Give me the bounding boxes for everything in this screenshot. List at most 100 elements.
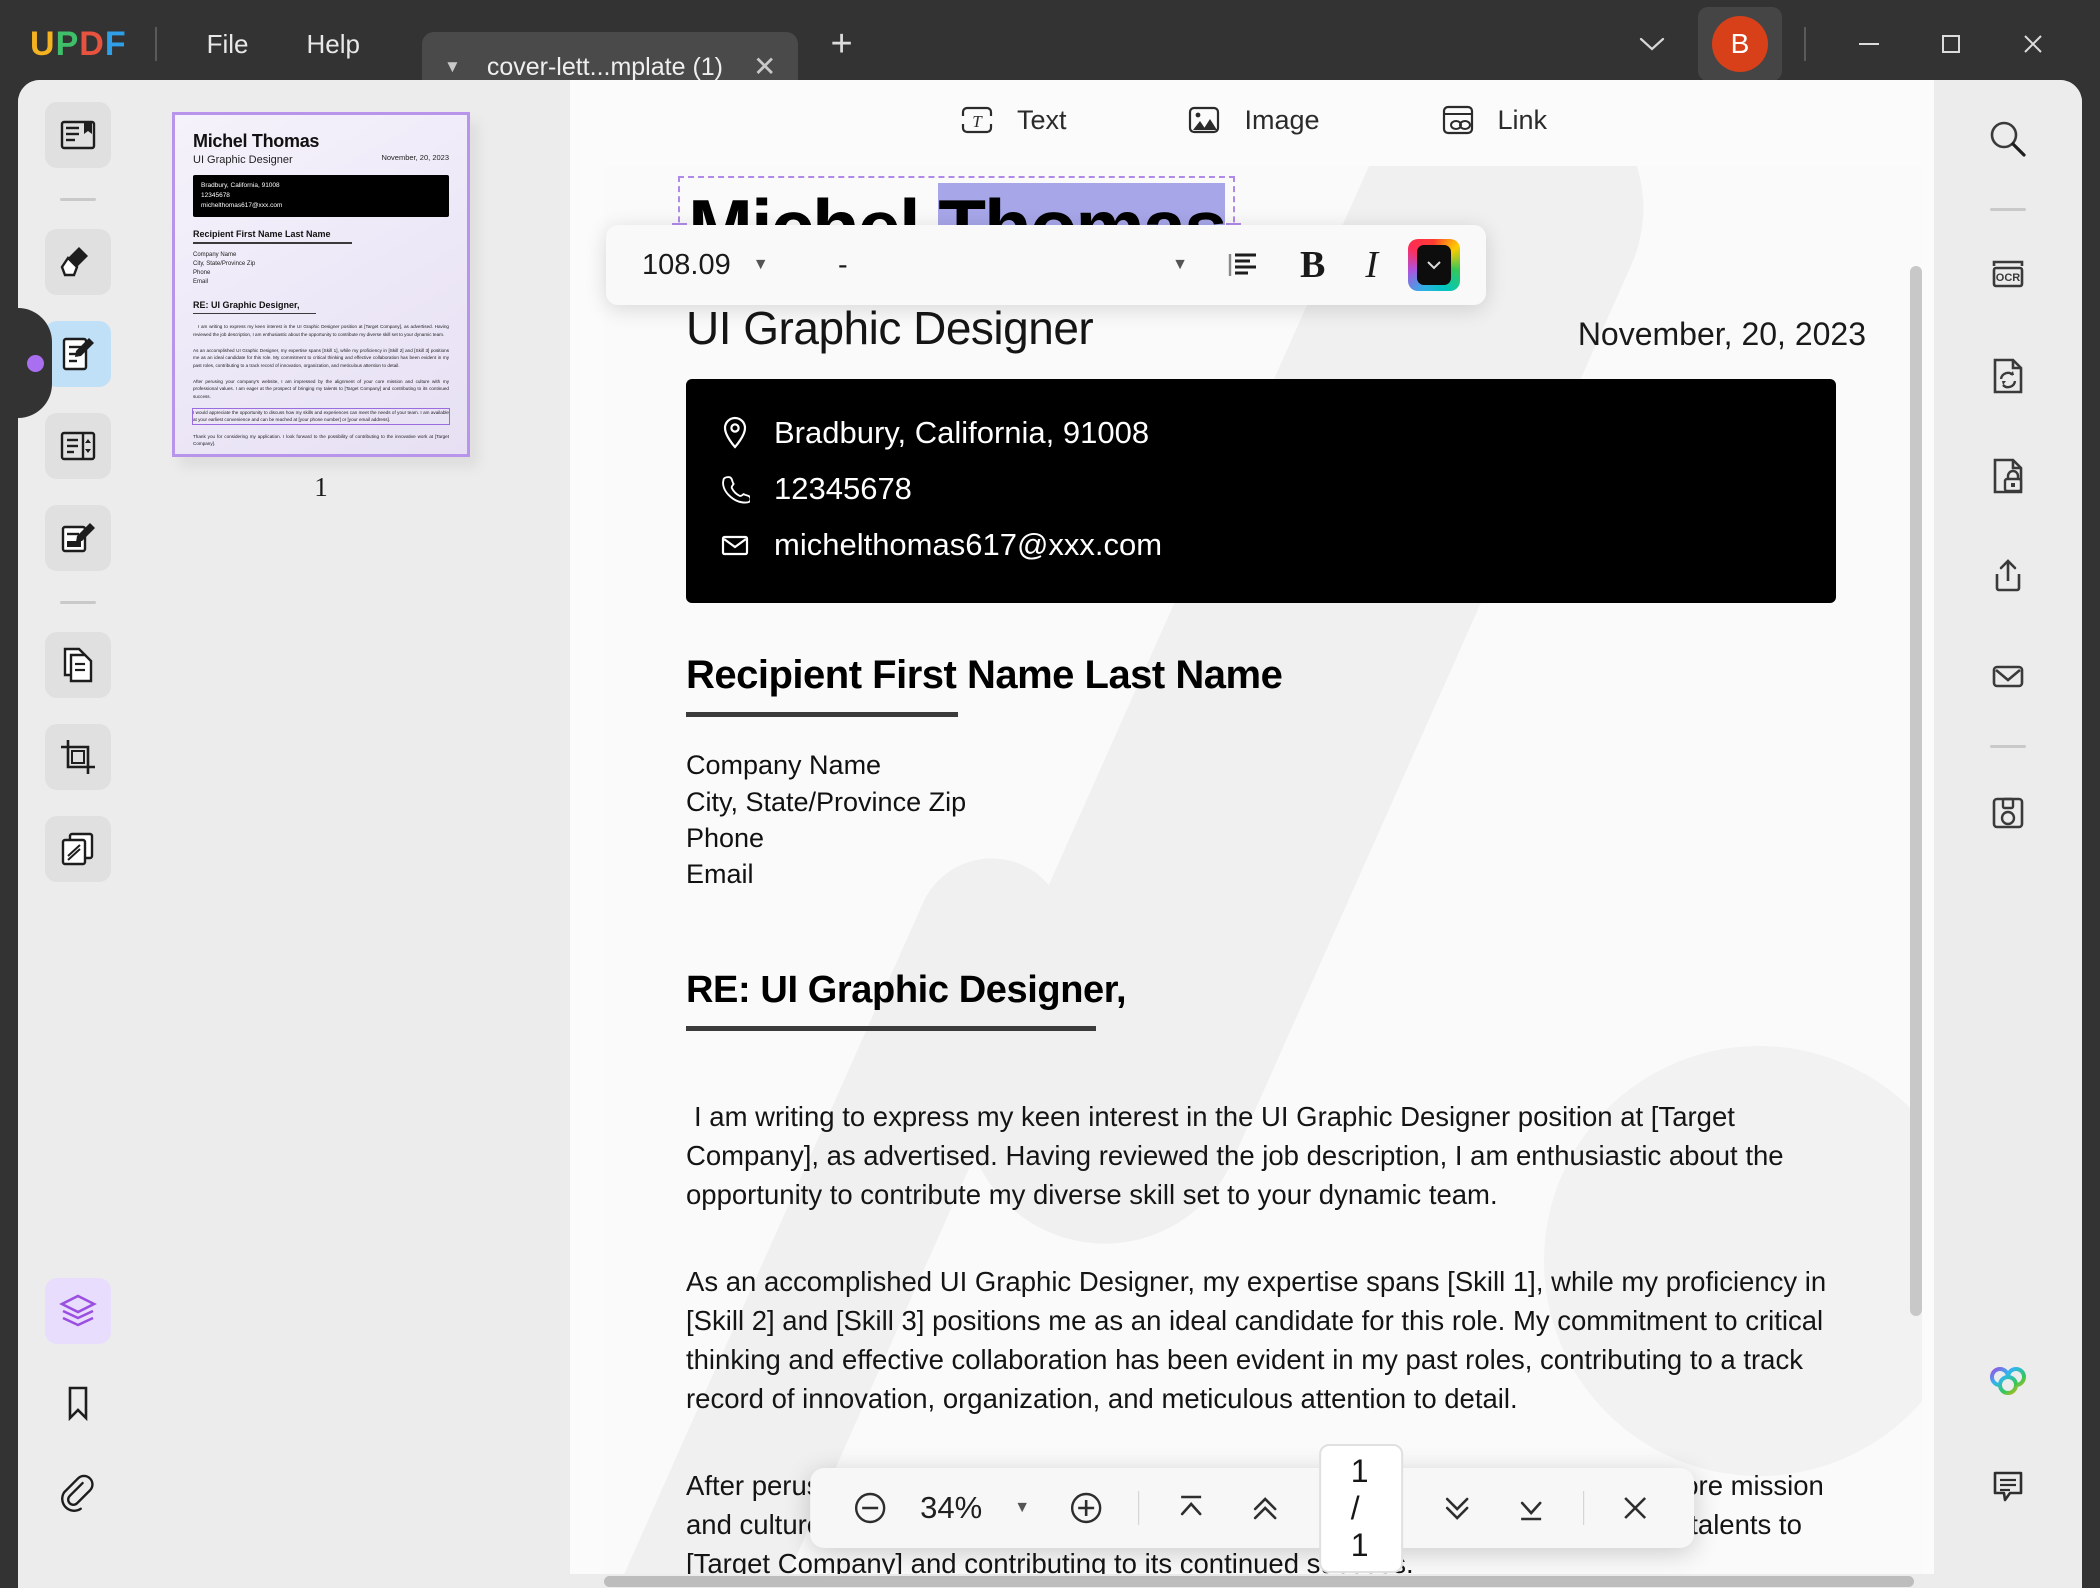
page-content: November, 20, 2023 Michel Thomas UI Grap… — [686, 166, 1866, 1574]
divider — [1990, 745, 2026, 748]
thumb-contact-card: Bradbury, California, 91008 12345678 mic… — [193, 175, 449, 217]
divider — [686, 712, 958, 717]
ai-assistant-button[interactable] — [1975, 1352, 2041, 1418]
align-left-button[interactable] — [1206, 246, 1280, 284]
ocr-button[interactable]: OCR — [1975, 243, 2041, 309]
first-page-button[interactable] — [1157, 1488, 1225, 1528]
font-size-control[interactable]: 108.09 ▼ — [606, 249, 826, 282]
sidebar-item-bookmarks[interactable] — [45, 1370, 111, 1436]
next-page-icon — [1437, 1488, 1477, 1528]
zoom-level-label[interactable]: 34% — [910, 1490, 992, 1526]
maximize-icon[interactable] — [1910, 19, 1992, 69]
divider — [60, 601, 96, 604]
tab-title: cover-lett...mplate (1) — [487, 53, 723, 82]
contact-email-row: michelthomas617@xxx.com — [720, 517, 1802, 573]
account-button[interactable]: B — [1698, 7, 1782, 81]
menu-file[interactable]: File — [185, 21, 271, 68]
pdf-page[interactable]: November, 20, 2023 Michel Thomas UI Grap… — [604, 166, 1922, 1574]
next-page-button[interactable] — [1423, 1488, 1491, 1528]
thumbnail-page-number: 1 — [172, 472, 470, 503]
close-icon[interactable]: ✕ — [753, 53, 776, 81]
horizontal-scrollbar[interactable] — [570, 1574, 1934, 1588]
sidebar-item-organize-pages[interactable] — [45, 632, 111, 698]
thumb-name: Michel Thomas — [193, 131, 449, 152]
contact-address: Bradbury, California, 91008 — [774, 409, 1149, 457]
share-button[interactable] — [1975, 543, 2041, 609]
recipient-email: Email — [686, 856, 1866, 892]
ocr-icon: OCR — [1984, 252, 2032, 300]
text-color-button[interactable] — [1408, 239, 1460, 291]
edit-tool-image[interactable]: Image — [1184, 100, 1319, 140]
horizontal-scrollbar-thumb[interactable] — [604, 1576, 1914, 1587]
thumb-city: City, State/Province Zip — [193, 260, 449, 269]
logo-letter-p: P — [56, 25, 80, 64]
contact-address-row: Bradbury, California, 91008 — [720, 405, 1802, 461]
edit-tool-text[interactable]: T Text — [957, 100, 1067, 140]
convert-document-icon — [1984, 352, 2032, 400]
last-page-icon — [1511, 1488, 1551, 1528]
search-button[interactable] — [1975, 106, 2041, 172]
sidebar-item-compare[interactable] — [45, 816, 111, 882]
sidebar-item-layers[interactable] — [45, 1278, 111, 1344]
page-navigation-bar: 34% ▼ 1 / 1 — [810, 1468, 1694, 1548]
plus-icon[interactable]: + — [830, 23, 852, 66]
panel-collapse-handle[interactable] — [18, 308, 52, 418]
svg-text:OCR: OCR — [1996, 272, 2021, 284]
svg-text:T: T — [972, 112, 983, 131]
left-toolbar — [18, 80, 138, 1588]
protect-button[interactable] — [1975, 443, 2041, 509]
sidebar-item-edit-pdf[interactable] — [45, 321, 111, 387]
italic-button[interactable]: I — [1345, 243, 1398, 287]
save-button[interactable] — [1975, 780, 2041, 846]
menu-help[interactable]: Help — [285, 21, 382, 68]
close-icon — [1616, 1489, 1654, 1527]
thumb-paragraph: Thank you for considering my application… — [193, 433, 449, 448]
chevron-down-icon[interactable]: ▼ — [998, 1499, 1046, 1517]
close-icon[interactable] — [1992, 19, 2074, 69]
thumb-contact-email: michelthomas617@xxx.com — [201, 201, 441, 211]
divider — [686, 1026, 1096, 1031]
chevron-down-icon — [1426, 260, 1442, 270]
minimize-icon[interactable] — [1828, 19, 1910, 69]
zoom-out-icon — [850, 1488, 890, 1528]
document-date: November, 20, 2023 — [1578, 316, 1866, 353]
text-format-toolbar: 108.09 ▼ - ▼ B I — [606, 225, 1486, 305]
thumb-paragraph: I am writing to express my keen interest… — [193, 323, 449, 338]
divider — [193, 313, 316, 315]
convert-button[interactable] — [1975, 343, 2041, 409]
chevron-down-icon[interactable]: ▼ — [753, 256, 769, 274]
chevron-down-icon[interactable] — [1622, 25, 1682, 63]
sidebar-item-form[interactable] — [45, 413, 111, 479]
vertical-scrollbar[interactable] — [1910, 266, 1922, 1316]
sidebar-item-annotate[interactable] — [45, 505, 111, 571]
sidebar-item-highlight[interactable] — [45, 229, 111, 295]
page-indicator[interactable]: 1 / 1 — [1319, 1444, 1403, 1573]
contact-email: michelthomas617@xxx.com — [774, 521, 1162, 569]
edit-tool-link[interactable]: Link — [1438, 100, 1548, 140]
comments-button[interactable] — [1975, 1452, 2041, 1518]
email-button[interactable] — [1975, 643, 2041, 709]
page-thumbnail[interactable]: Michel Thomas UI Graphic Designer Novemb… — [172, 112, 470, 457]
last-page-button[interactable] — [1497, 1488, 1565, 1528]
sidebar-item-crop[interactable] — [45, 724, 111, 790]
chevron-down-icon[interactable]: ▼ — [444, 57, 461, 77]
edit-tool-link-label: Link — [1498, 105, 1548, 136]
zoom-in-button[interactable] — [1052, 1488, 1120, 1528]
font-family-control[interactable]: - ▼ — [826, 249, 1206, 282]
bold-button[interactable]: B — [1280, 243, 1345, 287]
recipient-company: Company Name — [686, 747, 1866, 783]
sidebar-item-attachments[interactable] — [45, 1462, 111, 1528]
recipient-city: City, State/Province Zip — [686, 784, 1866, 820]
sidebar-item-reader[interactable] — [45, 102, 111, 168]
thumb-date: November, 20, 2023 — [381, 153, 449, 162]
chevron-down-icon[interactable]: ▼ — [1172, 256, 1188, 274]
document-viewer: T Text Image Link November, 20, 2023 — [570, 80, 1934, 1588]
previous-page-button[interactable] — [1231, 1488, 1299, 1528]
zoom-out-button[interactable] — [836, 1488, 904, 1528]
updf-logo: U P D F — [30, 25, 127, 64]
recipient-block: Company Name City, State/Province Zip Ph… — [686, 747, 1866, 893]
font-family-value: - — [838, 249, 848, 282]
thumb-paragraph: As an accomplished UI Graphic Designer, … — [193, 347, 449, 369]
thumb-email: Email — [193, 278, 449, 287]
close-navigation-button[interactable] — [1602, 1489, 1668, 1527]
